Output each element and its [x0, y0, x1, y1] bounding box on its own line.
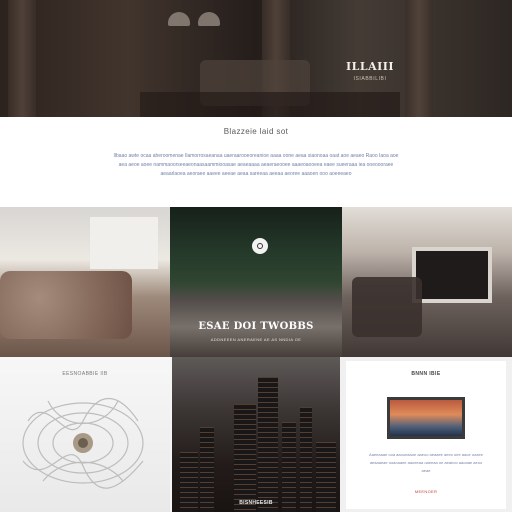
tile-living-room[interactable] — [0, 207, 170, 357]
play-icon[interactable] — [252, 238, 268, 254]
tile-video-feature[interactable]: ESAE DOI TWOBBS ADDNEEEN ANERAENE AE AS … — [170, 207, 342, 357]
fireplace — [412, 247, 492, 303]
city-label: BISNHEESIB — [239, 500, 273, 506]
site-logo[interactable]: ILLAIII ISIABBILIBI — [340, 60, 400, 82]
chandelier-label: EESNOABBIE IIB — [62, 371, 108, 377]
tile-chandelier[interactable]: EESNOABBIE IIB — [0, 357, 170, 512]
feature-thumbnail[interactable] — [387, 397, 465, 439]
video-overlay — [170, 207, 342, 357]
chandelier-icon — [22, 397, 144, 489]
ornate-sofa — [0, 271, 132, 339]
feature-body: Aaeeaaae ooa aaooeaaoe aaeoo aeaaee aeeo… — [369, 452, 483, 473]
intro-heading: Blazzeie laid sot — [223, 127, 289, 136]
feature-card: BNNN IBIE Aaeeaaae ooa aaooeaaoe aaeoo a… — [346, 361, 506, 509]
tile-fireplace-room[interactable] — [342, 207, 512, 357]
armchair — [352, 277, 422, 337]
feature-title: BNNN IBIE — [411, 371, 441, 377]
hero-overlay — [0, 0, 512, 117]
video-title: ESAE DOI TWOBBS — [198, 321, 314, 332]
feature-link[interactable]: MEENOER — [346, 489, 506, 494]
building — [282, 422, 296, 512]
intro-paragraph: Ilbaao awte ocaa aheroomenae Ilamorrosae… — [113, 153, 399, 177]
building — [258, 377, 278, 512]
logo-text: ILLAIII — [345, 60, 395, 73]
logo-tagline: ISIABBILIBI — [353, 76, 387, 82]
tile-feature-card[interactable]: BNNN IBIE Aaeeaaae ooa aaooeaaoe aaeoo a… — [340, 357, 512, 512]
hero-banner: ILLAIII ISIABBILIBI — [0, 0, 512, 117]
building — [234, 404, 256, 512]
intro-section: Blazzeie laid sot Ilbaao awte ocaa ahero… — [0, 117, 512, 207]
window — [90, 217, 158, 269]
gallery-grid: ESAE DOI TWOBBS ADDNEEEN ANERAENE AE AS … — [0, 207, 512, 512]
building — [300, 407, 312, 512]
tile-city-skyline[interactable]: BISNHEESIB — [172, 357, 340, 512]
video-caption: ADDNEEEN ANERAENE AE AS NNDIA OE — [210, 337, 302, 342]
